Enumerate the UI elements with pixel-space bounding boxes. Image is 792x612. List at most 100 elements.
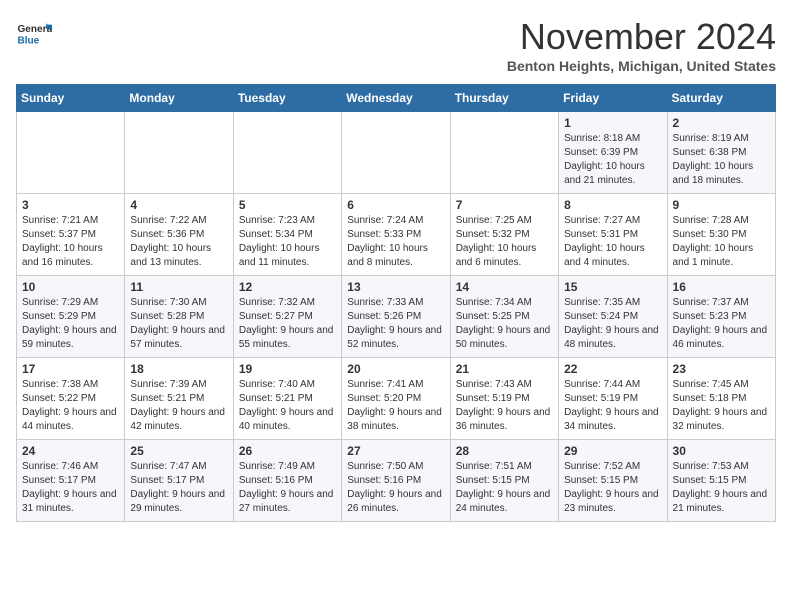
calendar-header-row: SundayMondayTuesdayWednesdayThursdayFrid… (17, 85, 776, 112)
day-info: Sunrise: 7:53 AM Sunset: 5:15 PM Dayligh… (673, 460, 770, 516)
header-friday: Friday (559, 85, 667, 112)
calendar-cell: 5 Sunrise: 7:23 AM Sunset: 5:34 PM Daylig… (233, 194, 341, 276)
day-info: Sunrise: 7:23 AM Sunset: 5:34 PM Dayligh… (239, 214, 336, 270)
header-monday: Monday (125, 85, 233, 112)
calendar-week-row: 1Sunrise: 8:18 AM Sunset: 6:39 PM Daylig… (17, 112, 776, 194)
day-number: 4 (130, 198, 227, 212)
calendar-cell: 2 Sunrise: 8:19 AM Sunset: 6:38 PM Daylig… (667, 112, 775, 194)
calendar-cell (450, 112, 558, 194)
day-number: 27 (347, 444, 444, 458)
day-number: 19 (239, 362, 336, 376)
day-number: 5 (239, 198, 336, 212)
calendar-cell: 19 Sunrise: 7:40 AM Sunset: 5:21 PM Dayli… (233, 358, 341, 440)
calendar-cell: 4Sunrise: 7:22 AM Sunset: 5:36 PM Daylig… (125, 194, 233, 276)
calendar-cell: 17Sunrise: 7:38 AM Sunset: 5:22 PM Dayli… (17, 358, 125, 440)
calendar-cell: 7 Sunrise: 7:25 AM Sunset: 5:32 PM Daylig… (450, 194, 558, 276)
day-number: 17 (22, 362, 119, 376)
calendar-cell: 6 Sunrise: 7:24 AM Sunset: 5:33 PM Daylig… (342, 194, 450, 276)
calendar-week-row: 24 Sunrise: 7:46 AM Sunset: 5:17 PM Dayli… (17, 440, 776, 522)
day-number: 21 (456, 362, 553, 376)
logo: General Blue (16, 16, 52, 52)
day-info: Sunrise: 7:37 AM Sunset: 5:23 PM Dayligh… (673, 296, 770, 352)
day-number: 11 (130, 280, 227, 294)
day-number: 1 (564, 116, 661, 130)
day-info: Sunrise: 8:19 AM Sunset: 6:38 PM Dayligh… (673, 132, 770, 188)
calendar-cell: 24 Sunrise: 7:46 AM Sunset: 5:17 PM Dayli… (17, 440, 125, 522)
day-info: Sunrise: 7:30 AM Sunset: 5:28 PM Dayligh… (130, 296, 227, 352)
calendar-cell: 21 Sunrise: 7:43 AM Sunset: 5:19 PM Dayli… (450, 358, 558, 440)
day-number: 14 (456, 280, 553, 294)
day-number: 3 (22, 198, 119, 212)
calendar-table: SundayMondayTuesdayWednesdayThursdayFrid… (16, 84, 776, 522)
day-number: 7 (456, 198, 553, 212)
day-info: Sunrise: 7:29 AM Sunset: 5:29 PM Dayligh… (22, 296, 119, 352)
calendar-week-row: 10 Sunrise: 7:29 AM Sunset: 5:29 PM Dayli… (17, 276, 776, 358)
calendar-cell: 3 Sunrise: 7:21 AM Sunset: 5:37 PM Daylig… (17, 194, 125, 276)
day-info: Sunrise: 7:50 AM Sunset: 5:16 PM Dayligh… (347, 460, 444, 516)
svg-text:Blue: Blue (17, 35, 39, 46)
day-number: 24 (22, 444, 119, 458)
calendar-cell: 29 Sunrise: 7:52 AM Sunset: 5:15 PM Dayli… (559, 440, 667, 522)
header-tuesday: Tuesday (233, 85, 341, 112)
day-info: Sunrise: 7:40 AM Sunset: 5:21 PM Dayligh… (239, 378, 336, 434)
calendar-cell: 23 Sunrise: 7:45 AM Sunset: 5:18 PM Dayli… (667, 358, 775, 440)
calendar-cell (233, 112, 341, 194)
day-number: 13 (347, 280, 444, 294)
day-number: 8 (564, 198, 661, 212)
day-number: 18 (130, 362, 227, 376)
day-info: Sunrise: 7:21 AM Sunset: 5:37 PM Dayligh… (22, 214, 119, 270)
month-title: November 2024 (507, 16, 776, 58)
calendar-cell: 18 Sunrise: 7:39 AM Sunset: 5:21 PM Dayli… (125, 358, 233, 440)
day-number: 25 (130, 444, 227, 458)
day-number: 20 (347, 362, 444, 376)
day-info: Sunrise: 7:51 AM Sunset: 5:15 PM Dayligh… (456, 460, 553, 516)
calendar-cell: 28 Sunrise: 7:51 AM Sunset: 5:15 PM Dayli… (450, 440, 558, 522)
day-info: Sunrise: 7:25 AM Sunset: 5:32 PM Dayligh… (456, 214, 553, 270)
day-number: 30 (673, 444, 770, 458)
day-number: 12 (239, 280, 336, 294)
calendar-week-row: 3 Sunrise: 7:21 AM Sunset: 5:37 PM Daylig… (17, 194, 776, 276)
location: Benton Heights, Michigan, United States (507, 58, 776, 74)
calendar-cell: 20 Sunrise: 7:41 AM Sunset: 5:20 PM Dayli… (342, 358, 450, 440)
calendar-cell: 10 Sunrise: 7:29 AM Sunset: 5:29 PM Dayli… (17, 276, 125, 358)
calendar-cell: 22 Sunrise: 7:44 AM Sunset: 5:19 PM Dayli… (559, 358, 667, 440)
day-number: 23 (673, 362, 770, 376)
calendar-cell: 9Sunrise: 7:28 AM Sunset: 5:30 PM Daylig… (667, 194, 775, 276)
calendar-cell: 8 Sunrise: 7:27 AM Sunset: 5:31 PM Daylig… (559, 194, 667, 276)
day-info: Sunrise: 7:43 AM Sunset: 5:19 PM Dayligh… (456, 378, 553, 434)
calendar-cell: 14Sunrise: 7:34 AM Sunset: 5:25 PM Dayli… (450, 276, 558, 358)
logo-icon: General Blue (16, 16, 52, 52)
day-number: 29 (564, 444, 661, 458)
day-number: 6 (347, 198, 444, 212)
day-number: 15 (564, 280, 661, 294)
day-info: Sunrise: 7:24 AM Sunset: 5:33 PM Dayligh… (347, 214, 444, 270)
title-block: November 2024 Benton Heights, Michigan, … (507, 16, 776, 74)
day-info: Sunrise: 7:47 AM Sunset: 5:17 PM Dayligh… (130, 460, 227, 516)
day-info: Sunrise: 7:45 AM Sunset: 5:18 PM Dayligh… (673, 378, 770, 434)
calendar-cell (125, 112, 233, 194)
calendar-cell: 26Sunrise: 7:49 AM Sunset: 5:16 PM Dayli… (233, 440, 341, 522)
day-number: 2 (673, 116, 770, 130)
day-info: Sunrise: 7:27 AM Sunset: 5:31 PM Dayligh… (564, 214, 661, 270)
calendar-cell: 30 Sunrise: 7:53 AM Sunset: 5:15 PM Dayli… (667, 440, 775, 522)
day-number: 26 (239, 444, 336, 458)
calendar-cell (342, 112, 450, 194)
day-number: 28 (456, 444, 553, 458)
calendar-cell: 15 Sunrise: 7:35 AM Sunset: 5:24 PM Dayli… (559, 276, 667, 358)
calendar-cell (17, 112, 125, 194)
day-number: 10 (22, 280, 119, 294)
day-info: Sunrise: 7:35 AM Sunset: 5:24 PM Dayligh… (564, 296, 661, 352)
header-wednesday: Wednesday (342, 85, 450, 112)
day-number: 22 (564, 362, 661, 376)
day-info: Sunrise: 7:46 AM Sunset: 5:17 PM Dayligh… (22, 460, 119, 516)
day-info: Sunrise: 7:52 AM Sunset: 5:15 PM Dayligh… (564, 460, 661, 516)
calendar-cell: 1Sunrise: 8:18 AM Sunset: 6:39 PM Daylig… (559, 112, 667, 194)
calendar-week-row: 17Sunrise: 7:38 AM Sunset: 5:22 PM Dayli… (17, 358, 776, 440)
day-info: Sunrise: 7:39 AM Sunset: 5:21 PM Dayligh… (130, 378, 227, 434)
calendar-cell: 12 Sunrise: 7:32 AM Sunset: 5:27 PM Dayli… (233, 276, 341, 358)
day-info: Sunrise: 7:41 AM Sunset: 5:20 PM Dayligh… (347, 378, 444, 434)
day-info: Sunrise: 7:32 AM Sunset: 5:27 PM Dayligh… (239, 296, 336, 352)
calendar-cell: 11 Sunrise: 7:30 AM Sunset: 5:28 PM Dayli… (125, 276, 233, 358)
calendar-cell: 25 Sunrise: 7:47 AM Sunset: 5:17 PM Dayli… (125, 440, 233, 522)
day-info: Sunrise: 7:44 AM Sunset: 5:19 PM Dayligh… (564, 378, 661, 434)
